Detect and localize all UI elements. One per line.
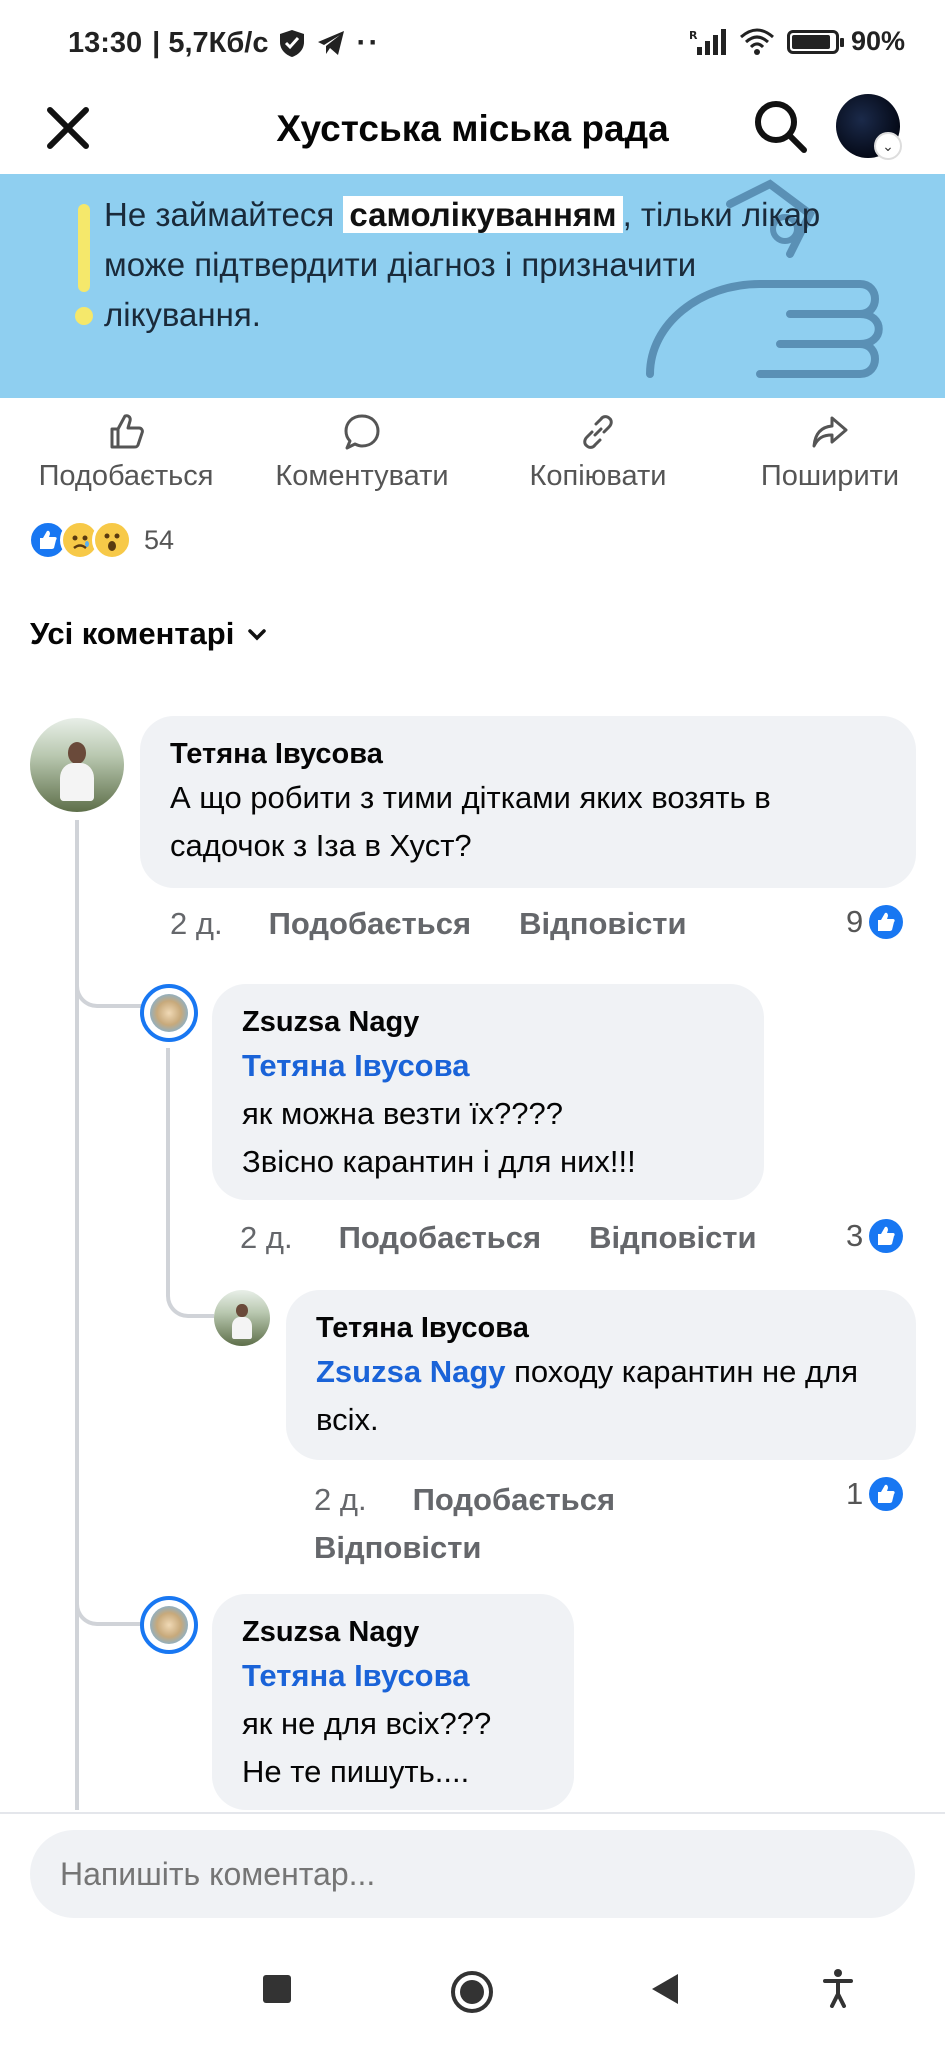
thread-connector — [75, 960, 141, 1008]
comment-reply-button[interactable]: Відповісти — [589, 1220, 757, 1255]
post-actions: Подобається Коментувати Копіювати Пошири… — [0, 412, 945, 502]
battery-icon — [786, 29, 844, 54]
chevron-down-icon — [248, 629, 267, 641]
comment-author[interactable]: Zsuzsa Nagy — [242, 1612, 544, 1652]
like-button[interactable]: Подобається — [26, 412, 226, 493]
telegram-icon — [318, 31, 345, 55]
share-button[interactable]: Поширити — [730, 412, 930, 493]
avatar[interactable] — [140, 1596, 198, 1654]
wifi-icon — [739, 28, 774, 55]
avatar[interactable] — [140, 984, 198, 1042]
svg-text:R: R — [689, 29, 698, 42]
share-arrow-icon — [812, 416, 848, 448]
banner-text: Не займайтеся самолікуванням, тільки лік… — [104, 190, 844, 340]
vpn-shield-icon — [280, 30, 305, 57]
home-button[interactable] — [450, 1970, 494, 2014]
comment-like-button[interactable]: Подобається — [339, 1220, 542, 1255]
comment-mention[interactable]: Тетяна Івусова — [242, 1652, 544, 1700]
copy-label: Копіювати — [529, 460, 667, 492]
accessibility-icon[interactable] — [822, 1968, 854, 2008]
more-notifications-icon: ·· — [356, 26, 381, 59]
status-right: R 90% — [689, 26, 905, 57]
thumbs-up-icon — [110, 414, 144, 449]
comment-text: Zsuzsa Nagy походу карантин не для всіх. — [316, 1348, 886, 1444]
comment-reply-button[interactable]: Відповісти — [314, 1530, 482, 1565]
comment-text-line: Звісно карантин і для них!!! — [242, 1144, 636, 1179]
copy-link-button[interactable]: Копіювати — [498, 412, 698, 493]
like-badge-icon — [869, 1477, 904, 1511]
thread-connector — [75, 1578, 141, 1626]
comment-text-line: Не те пишуть.... — [242, 1754, 470, 1789]
comment-filter-label: Усі коментарі — [30, 616, 235, 651]
system-nav-bar — [0, 1932, 945, 2048]
status-network-speed: | 5,7Кб/с — [152, 26, 269, 59]
post-image-banner[interactable]: Не займайтеся самолікуванням, тільки лік… — [0, 174, 945, 398]
comment-time: 2 д. — [240, 1220, 293, 1255]
thread-connector — [166, 1270, 214, 1318]
avatar[interactable] — [214, 1290, 270, 1346]
comment-bubble[interactable]: Zsuzsa Nagy Тетяна Івусова як можна везт… — [212, 984, 764, 1200]
page-header: Хустська міська рада ⌄ — [0, 86, 945, 174]
chevron-down-icon[interactable]: ⌄ — [874, 132, 902, 160]
comment-filter-dropdown[interactable]: Усі коментарі — [30, 616, 268, 652]
comment-button[interactable]: Коментувати — [262, 412, 462, 493]
comment-text-line: як можна везти їх???? — [242, 1096, 563, 1131]
recent-apps-button[interactable] — [262, 1974, 292, 2004]
exclamation-icon — [75, 204, 93, 325]
comment-meta: 2 д. Подобається Відповісти — [314, 1476, 914, 1572]
comment-bubble-icon — [344, 414, 380, 450]
comment-like-count[interactable]: 9 — [846, 904, 904, 940]
comment-text: А що робити з тими дітками яких возять в… — [170, 780, 771, 863]
like-badge-icon — [869, 905, 904, 939]
wow-reaction-icon — [92, 520, 132, 560]
comment-like-button[interactable]: Подобається — [413, 1482, 616, 1517]
comment-mention[interactable]: Тетяна Івусова — [242, 1042, 734, 1090]
comment-bubble[interactable]: Тетяна Івусова Zsuzsa Nagy походу карант… — [286, 1290, 916, 1460]
thread-line — [166, 1048, 170, 1288]
signal-icon: R — [689, 28, 726, 55]
banner-text-start: Не займайтеся — [104, 196, 344, 233]
reaction-count: 54 — [144, 524, 175, 555]
comment-bubble[interactable]: Тетяна Івусова А що робити з тими діткам… — [140, 716, 916, 888]
status-time: 13:30 — [68, 26, 143, 59]
link-icon — [583, 415, 613, 449]
like-label: Подобається — [38, 460, 214, 492]
search-button[interactable] — [748, 94, 814, 160]
comment-like-count[interactable]: 1 — [846, 1476, 904, 1512]
share-label: Поширити — [760, 460, 900, 492]
like-badge-icon — [869, 1219, 904, 1253]
comment-text-line: як не для всіх??? — [242, 1706, 492, 1741]
comment-author[interactable]: Тетяна Івусова — [316, 1308, 886, 1348]
comment-like-count[interactable]: 3 — [846, 1218, 904, 1254]
comment-like-button[interactable]: Подобається — [269, 906, 472, 941]
comment-composer-bar — [0, 1812, 945, 1932]
back-button[interactable] — [650, 1972, 680, 2006]
comment-time: 2 д. — [314, 1482, 367, 1517]
comment-meta: 2 д. Подобається Відповісти — [240, 1220, 757, 1256]
comment-time: 2 д. — [170, 906, 223, 941]
like-count-number: 3 — [846, 1218, 864, 1253]
like-count-number: 9 — [846, 904, 864, 939]
comment-label: Коментувати — [275, 460, 449, 492]
avatar[interactable] — [30, 718, 124, 812]
battery-percent: 90% — [850, 26, 905, 56]
status-left: 13:30 | 5,7Кб/с ·· — [68, 26, 380, 60]
comment-author[interactable]: Zsuzsa Nagy — [242, 1002, 734, 1042]
reactions-summary[interactable]: 54 — [28, 520, 174, 560]
comment-reply-button[interactable]: Відповісти — [519, 906, 687, 941]
comment-input[interactable] — [30, 1830, 915, 1918]
comment-bubble[interactable]: Zsuzsa Nagy Тетяна Івусова як не для всі… — [212, 1594, 574, 1810]
banner-highlight: самолікуванням — [343, 196, 623, 233]
comment-mention[interactable]: Zsuzsa Nagy — [316, 1354, 506, 1389]
search-icon — [755, 101, 807, 153]
comment-author[interactable]: Тетяна Івусова — [170, 734, 886, 774]
like-count-number: 1 — [846, 1476, 864, 1511]
comment-meta: 2 д. Подобається Відповісти — [170, 906, 687, 942]
status-bar: 13:30 | 5,7Кб/с ·· R 90% — [0, 0, 945, 86]
